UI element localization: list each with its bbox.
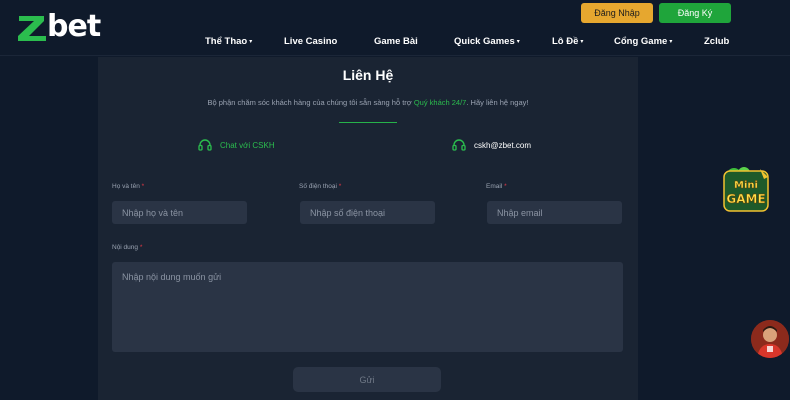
page-title: Liên Hệ	[342, 67, 394, 83]
name-input[interactable]: Nhập họ và tên	[112, 201, 247, 224]
chevron-down-icon: ▾	[249, 38, 253, 45]
phone-label: Số điện thoại *	[299, 183, 341, 190]
support-email-value: cskh@zbet.com	[474, 140, 532, 150]
nav-item-zclub[interactable]: Zclub	[704, 36, 729, 47]
nav-item-label: Live Casino	[284, 36, 338, 47]
nav-item-label: Quick Games	[454, 36, 515, 47]
nav-item-quick-games[interactable]: Quick Games ▾	[454, 36, 520, 47]
content-placeholder: Nhập nội dung muốn gửi	[122, 272, 222, 282]
nav-item-the-thao[interactable]: Thể Thao ▾	[205, 36, 252, 47]
contact-panel: Liên Hệ Bộ phận chăm sóc khách hàng của …	[98, 57, 638, 400]
name-label-text: Họ và tên	[112, 183, 140, 190]
nav-item-lo-de[interactable]: Lô Đề ▾	[552, 36, 583, 47]
main-nav: Thể Thao ▾ Live Casino Game Bài Quick Ga…	[0, 36, 790, 48]
required-mark: *	[139, 244, 143, 251]
chevron-down-icon: ▾	[669, 38, 673, 45]
auth-buttons: Đăng Nhập Đăng Ký	[581, 3, 731, 23]
nav-item-cong-game[interactable]: Cổng Game ▾	[614, 36, 672, 47]
content-label: Nội dung *	[112, 244, 142, 251]
required-mark: *	[141, 183, 145, 190]
minigame-icon: Mini GAME	[723, 167, 769, 212]
avatar-image-icon	[751, 320, 789, 358]
nav-item-label: Zclub	[704, 36, 730, 47]
chat-support-label: Chat với CSKH	[220, 140, 275, 150]
nav-item-live-casino[interactable]: Live Casino	[284, 36, 337, 47]
phone-placeholder: Nhập số điện thoại	[310, 207, 386, 218]
subtitle-highlight: Quý khách 24/7	[413, 98, 467, 107]
page-subtitle: Bộ phận chăm sóc khách hàng của chúng tô…	[98, 98, 638, 107]
email-placeholder: Nhập email	[497, 207, 543, 218]
chevron-down-icon: ▾	[516, 38, 520, 45]
phone-input[interactable]: Nhập số điện thoại	[300, 201, 435, 224]
required-mark: *	[338, 183, 342, 190]
minigame-widget[interactable]: Mini GAME	[720, 165, 772, 213]
name-placeholder: Nhập họ và tên	[122, 207, 184, 218]
minigame-line2: GAME	[726, 192, 765, 206]
support-email[interactable]: cskh@zbet.com	[452, 138, 531, 152]
chat-support-link[interactable]: Chat với CSKH	[198, 138, 275, 152]
nav-item-label: Game Bài	[374, 36, 418, 47]
content-textarea[interactable]: Nhập nội dung muốn gửi	[112, 262, 623, 352]
submit-button[interactable]: Gửi	[293, 367, 441, 392]
nav-item-label: Thể Thao	[205, 36, 248, 47]
content-label-text: Nội dung	[112, 244, 139, 251]
email-label-text: Email	[486, 183, 503, 190]
name-label: Họ và tên *	[112, 183, 144, 190]
title-divider	[98, 122, 638, 123]
minigame-line1: Mini	[734, 180, 758, 191]
register-button[interactable]: Đăng Ký	[659, 3, 731, 23]
support-avatar[interactable]	[751, 320, 789, 358]
chevron-down-icon: ▾	[580, 38, 584, 45]
subtitle-text: Bộ phận chăm sóc khách hàng của chúng tô…	[207, 98, 414, 107]
nav-item-label: Lô Đề	[552, 36, 579, 47]
nav-item-game-bai[interactable]: Game Bài	[374, 36, 418, 47]
divider-accent	[339, 122, 397, 123]
phone-label-text: Số điện thoại	[299, 183, 337, 190]
email-label: Email *	[486, 183, 507, 190]
site-header: bet Đăng Nhập Đăng Ký Thể Thao ▾ Live Ca…	[0, 0, 790, 56]
headset-icon	[452, 139, 466, 151]
required-mark: *	[504, 183, 507, 190]
nav-item-label: Cổng Game	[614, 36, 668, 47]
email-input[interactable]: Nhập email	[487, 201, 622, 224]
headset-icon	[198, 139, 212, 151]
subtitle-text-end: . Hãy liên hệ ngay!	[466, 98, 529, 107]
login-button[interactable]: Đăng Nhập	[581, 3, 653, 23]
